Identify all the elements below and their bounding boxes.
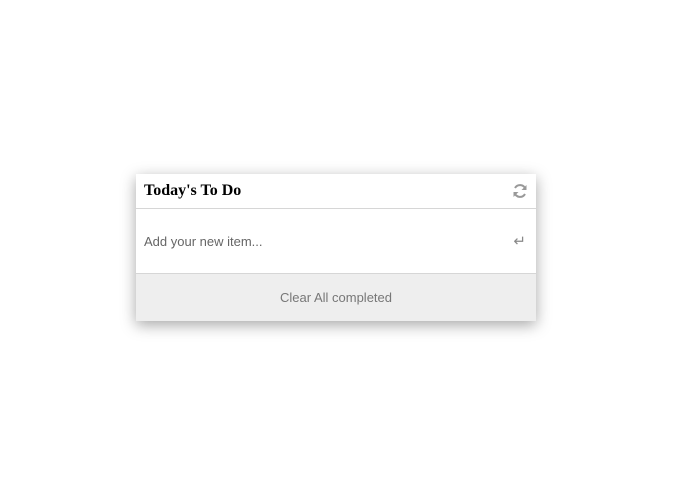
todo-header: Today's To Do (136, 174, 536, 209)
new-item-input[interactable] (144, 233, 514, 249)
page-title: Today's To Do (144, 182, 242, 199)
enter-icon[interactable]: ↵ (513, 232, 526, 250)
clear-completed-button[interactable]: Clear All completed (274, 289, 398, 306)
todo-card: Today's To Do ↵ Clear All completed (136, 174, 536, 321)
new-item-row: ↵ (136, 209, 536, 274)
todo-footer: Clear All completed (136, 274, 536, 321)
refresh-icon[interactable] (512, 183, 528, 199)
